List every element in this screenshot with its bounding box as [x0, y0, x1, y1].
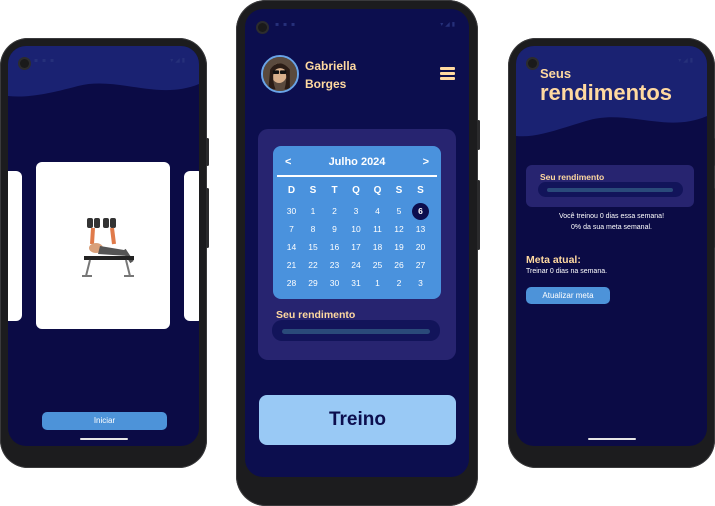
calendar-day[interactable]: 9 [324, 220, 345, 238]
calendar-day[interactable]: 29 [303, 274, 324, 292]
calendar-day[interactable]: 20 [410, 238, 431, 256]
screen: ▾ ◢ ▮ Seus rendimentos Seu rendimento Vo… [516, 46, 707, 446]
calendar-day[interactable]: 3 [346, 202, 367, 220]
exercise-card-next[interactable] [184, 171, 199, 321]
progress-track [272, 320, 440, 341]
bench-press-illustration [82, 218, 134, 277]
exercise-card-current[interactable] [36, 162, 170, 329]
calendar-day[interactable]: 25 [367, 256, 388, 274]
calendar-day[interactable]: 1 [303, 202, 324, 220]
header-wave [8, 46, 199, 97]
calendar-day[interactable]: 22 [303, 256, 324, 274]
calendar-day[interactable]: 10 [346, 220, 367, 238]
calendar-day[interactable]: 19 [389, 238, 410, 256]
battery-icon: ▾ ◢ ▮ [440, 21, 455, 28]
calendar-day[interactable]: 5 [389, 202, 410, 220]
goal-title: Meta atual: [526, 254, 581, 266]
calendar-day[interactable]: 6 [410, 202, 431, 220]
calendar-day[interactable]: 3 [410, 274, 431, 292]
calendar-day[interactable]: 2 [389, 274, 410, 292]
calendar-day[interactable]: 11 [367, 220, 388, 238]
summary-panel: < Julho 2024 > D S T Q Q S S 30 1 2 3 4 5 6 7 8 9 10 11 12 1… [258, 129, 456, 360]
calendar-day[interactable]: 13 [410, 220, 431, 238]
user-first-name: Gabriella [305, 59, 357, 73]
calendar-weekday: T [331, 185, 338, 196]
calendar-weekday: Q [352, 185, 360, 196]
calendar-day[interactable]: 18 [367, 238, 388, 256]
calendar-weekday: S [309, 185, 317, 196]
power-button [206, 138, 209, 166]
battery-icon: ▾ ◢ ▮ [678, 57, 693, 64]
progress-track [538, 182, 683, 197]
calendar-day[interactable]: 28 [281, 274, 302, 292]
page-title-line2: rendimentos [540, 80, 673, 105]
calendar-day[interactable]: 21 [281, 256, 302, 274]
calendar-weekday: D [287, 185, 296, 196]
calendar-weekday: S [395, 185, 403, 196]
calendar: < Julho 2024 > D S T Q Q S S 30 1 2 3 4 5 6 7 8 9 10 11 12 1… [273, 146, 441, 299]
home-indicator[interactable] [588, 438, 636, 440]
goal-text: Treinar 0 dias na semana. [526, 268, 608, 275]
train-button[interactable]: Treino [259, 395, 456, 445]
volume-button [206, 188, 209, 248]
calendar-weekday: Q [373, 185, 382, 196]
calendar-month-label: Julho 2024 [328, 156, 386, 168]
status-icons: ▪ ▪ ▪ [34, 57, 56, 64]
progress-panel: Seu rendimento [526, 165, 694, 207]
update-goal-button[interactable]: Atualizar meta [526, 287, 610, 304]
calendar-day[interactable]: 23 [324, 256, 345, 274]
calendar-day[interactable]: 1 [367, 274, 388, 292]
hamburger-menu-icon[interactable] [440, 67, 455, 80]
calendar-day[interactable]: 12 [389, 220, 410, 238]
volume-button [477, 180, 480, 250]
calendar-day[interactable]: 14 [281, 238, 302, 256]
weekly-summary: Você treinou 0 dias essa semana! [558, 213, 665, 220]
calendar-day[interactable]: 30 [324, 274, 345, 292]
start-button[interactable]: Iniciar [42, 412, 167, 430]
calendar-day[interactable]: 27 [410, 256, 431, 274]
calendar-day[interactable]: 31 [346, 274, 367, 292]
front-camera [528, 59, 537, 68]
calendar-day[interactable]: 26 [389, 256, 410, 274]
avatar-photo [263, 57, 297, 91]
calendar-day[interactable]: 30 [281, 202, 302, 220]
avatar[interactable] [261, 55, 299, 93]
status-icons: ▪ ▪ ▪ [275, 21, 297, 28]
calendar-day[interactable]: 24 [346, 256, 367, 274]
screen: ▪ ▪ ▪ ▾ ◢ ▮ Iniciar [8, 46, 199, 446]
front-camera [20, 59, 29, 68]
calendar-day[interactable]: 15 [303, 238, 324, 256]
calendar-day[interactable]: 8 [303, 220, 324, 238]
user-last-name: Borges [305, 77, 347, 91]
page-title-line1: Seus [540, 66, 572, 81]
calendar-day[interactable]: 2 [324, 202, 345, 220]
progress-bar [282, 329, 430, 334]
screen: ▪ ▪ ▪ ▾ ◢ ▮ Gabriella Borges < Julho 202… [245, 9, 469, 477]
phone-right: ▾ ◢ ▮ Seus rendimentos Seu rendimento Vo… [508, 38, 715, 468]
phone-center: ▪ ▪ ▪ ▾ ◢ ▮ Gabriella Borges < Julho 202… [236, 0, 480, 506]
calendar-next-button[interactable]: > [423, 156, 429, 168]
calendar-day[interactable]: 4 [367, 202, 388, 220]
goal-percentage: 0% da sua meta semanal. [571, 224, 652, 231]
calendar-day[interactable]: 17 [346, 238, 367, 256]
exercise-card-prev[interactable] [8, 171, 22, 321]
progress-bar [547, 188, 673, 192]
front-camera [258, 23, 267, 32]
calendar-divider [277, 175, 437, 177]
calendar-weekday: S [417, 185, 424, 196]
calendar-day[interactable]: 7 [281, 220, 302, 238]
battery-icon: ▾ ◢ ▮ [170, 57, 185, 64]
power-button [477, 120, 480, 150]
home-indicator[interactable] [80, 438, 128, 440]
phone-left: ▪ ▪ ▪ ▾ ◢ ▮ Iniciar [0, 38, 209, 468]
progress-label: Seu rendimento [540, 172, 605, 182]
calendar-day[interactable]: 16 [324, 238, 345, 256]
